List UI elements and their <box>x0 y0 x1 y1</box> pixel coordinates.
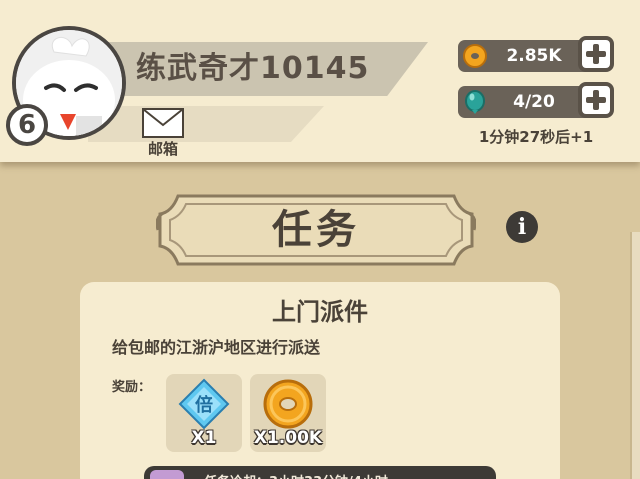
plus-icon <box>586 44 606 64</box>
mail-button[interactable]: 邮箱 <box>140 108 186 160</box>
mail-ribbon <box>88 106 324 142</box>
teal-gem-icon <box>465 90 485 114</box>
level-badge: 6 <box>6 104 48 146</box>
page-title: 任务 <box>272 207 360 253</box>
reward-label: 奖励： <box>112 380 152 395</box>
reward-item[interactable]: X1.00K <box>250 374 326 452</box>
plus-icon <box>586 90 606 110</box>
info-icon[interactable]: i <box>506 211 538 243</box>
cooldown-text: 任务冷却：3小时33分钟/4小时 <box>204 471 388 479</box>
task-description: 给包邮的江浙沪地区进行派送 <box>112 338 321 357</box>
add-gem-button[interactable] <box>578 82 614 118</box>
envelope-icon <box>142 108 184 138</box>
gold-value: 2.85K <box>506 46 562 66</box>
gold-coin-icon <box>463 44 487 68</box>
gem-value: 4/20 <box>513 92 555 112</box>
svg-text:倍: 倍 <box>195 394 213 416</box>
mail-label: 邮箱 <box>147 140 178 158</box>
diamond-multiplier-icon: 倍 <box>178 378 230 430</box>
reward-qty: X1.00K <box>253 428 323 448</box>
player-header: 6 练武奇才10145 邮箱 2.85K 4/20 1分钟27秒后+1 <box>0 0 640 162</box>
reward-item[interactable]: 倍 X1 <box>166 374 242 452</box>
reward-qty: X1 <box>191 428 217 448</box>
gold-coin-icon <box>263 379 313 429</box>
cooldown-swatch <box>150 470 184 479</box>
scrollbar[interactable] <box>630 232 640 479</box>
player-name: 练武奇才10145 <box>136 51 370 86</box>
task-name: 上门派件 <box>272 298 368 326</box>
cooldown-bar: 任务冷却：3小时33分钟/4小时 <box>144 466 496 479</box>
gem-regen-timer: 1分钟27秒后+1 <box>478 128 594 146</box>
add-gold-button[interactable] <box>578 36 614 72</box>
